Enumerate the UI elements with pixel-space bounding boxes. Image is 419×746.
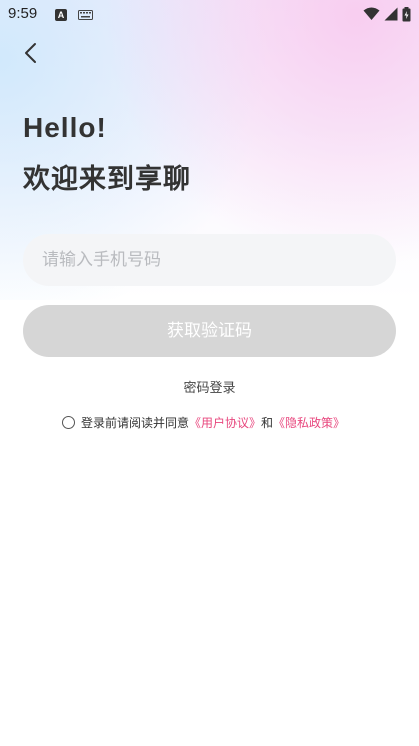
agreement-and: 和 (261, 415, 274, 430)
agreement-row: 登录前请阅读并同意 《用户协议》 和 《隐私政策》 (62, 413, 345, 431)
signal-icon (384, 7, 398, 21)
agreement-prefix: 登录前请阅读并同意 (81, 415, 190, 430)
app-notification-icon: A (55, 9, 67, 21)
user-agreement-link[interactable]: 《用户协议》 (189, 414, 261, 431)
status-right-icons (363, 6, 411, 22)
battery-icon (402, 6, 411, 21)
phone-input-wrapper (23, 234, 396, 286)
privacy-policy-link[interactable]: 《隐私政策》 (273, 414, 345, 431)
status-time: 9:59 (8, 5, 38, 22)
wifi-icon (363, 7, 380, 20)
agreement-radio[interactable] (62, 415, 75, 429)
get-code-button[interactable]: 获取验证码 (23, 305, 396, 357)
password-login-link[interactable]: 密码登录 (0, 377, 419, 396)
keyboard-icon (78, 10, 93, 20)
phone-input[interactable] (23, 234, 396, 286)
status-bar: 9:59 A (0, 0, 419, 30)
welcome-title: 欢迎来到享聊 (23, 164, 191, 195)
hello-title: Hello! (23, 112, 107, 143)
chevron-left-icon (25, 43, 36, 63)
back-button[interactable] (16, 38, 44, 68)
